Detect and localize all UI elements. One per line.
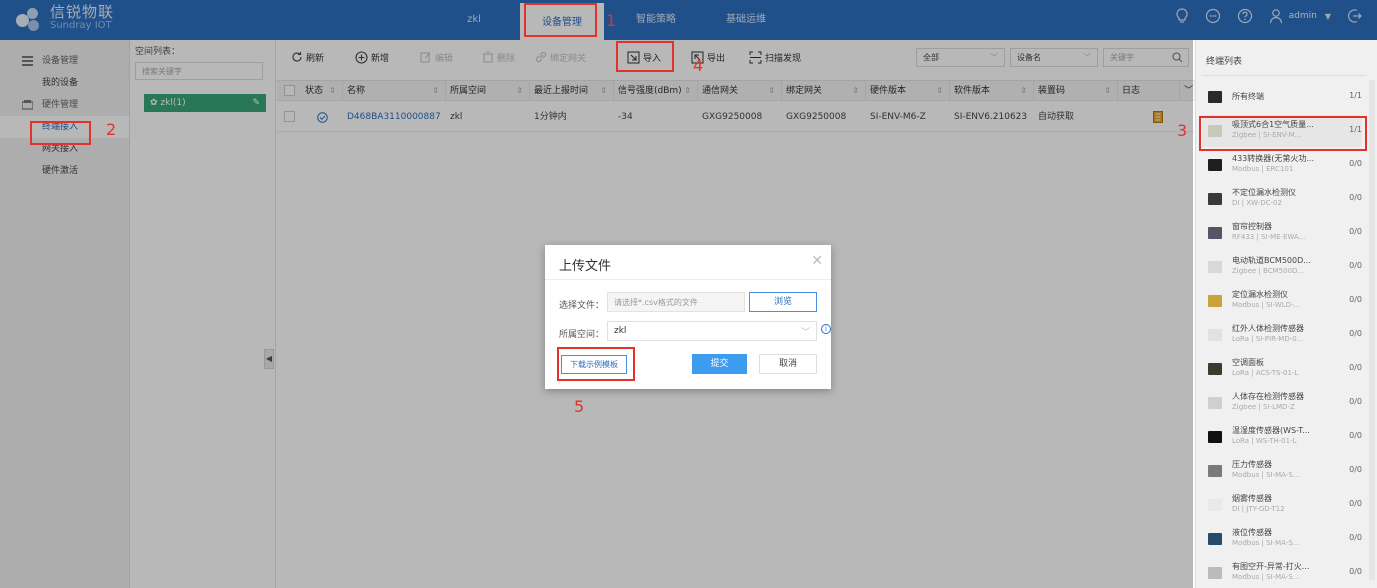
terminal-item[interactable]: 有图空开-异常-打火... Modbus | SI-MA-S... 0/0 [1202,557,1362,588]
device-thumbnail-icon [1208,567,1222,579]
device-thumbnail-icon [1208,261,1222,273]
terminal-item[interactable]: 红外人体检测传感器 LoRa | SI-PIR-MD-0... 0/0 [1202,319,1362,351]
terminal-count: 0/0 [1349,159,1362,168]
terminal-name: 人体存在检测传感器 [1232,392,1304,401]
annotation-number-4: 4 [693,56,704,75]
terminal-name: 温湿度传感器(WS-T... [1232,426,1310,435]
chevron-down-icon: ﹀ [800,328,810,338]
terminal-item-all[interactable]: 所有终端 1/1 [1202,81,1362,113]
terminal-name: 压力传感器 [1232,460,1272,469]
terminal-protocol-model: Zigbee | SI-LMD-Z [1232,403,1295,411]
terminal-count: 0/0 [1349,295,1362,304]
terminal-protocol-model: Zigbee | BCM500D... [1232,267,1305,275]
device-thumbnail-icon [1208,397,1222,409]
annotation-number-1: 1 [606,11,617,30]
dialog-title: 上传文件 [559,259,612,274]
terminal-count: 0/0 [1349,363,1362,372]
cancel-button[interactable]: 取消 [759,354,817,374]
terminal-name: 空调面板 [1232,358,1264,367]
terminal-item[interactable]: 压力传感器 Modbus | SI-MA-S... 0/0 [1202,455,1362,487]
terminal-protocol-model: LoRa | WS-TH-01-L [1232,437,1297,445]
terminal-protocol-model: LoRa | ACS-TS-01-L [1232,369,1299,377]
device-thumbnail-icon [1208,533,1222,545]
terminal-protocol-model: RF433 | SI-ME-EWA... [1232,233,1306,241]
terminal-item[interactable]: 液位传感器 Modbus | SI-MA-S... 0/0 [1202,523,1362,555]
terminal-protocol-model: LoRa | SI-PIR-MD-0... [1232,335,1304,343]
close-icon[interactable]: ✕ [811,253,823,269]
terminal-protocol-model: Modbus | ERC101 [1232,165,1294,173]
terminal-count: 0/0 [1349,329,1362,338]
device-thumbnail-icon [1208,159,1222,171]
terminal-protocol-model: Modbus | SI-WLD-... [1232,301,1301,309]
file-input[interactable]: 请选择*.csv格式的文件 [607,292,745,312]
terminal-count: 0/0 [1349,533,1362,542]
terminal-name: 所有终端 [1232,92,1264,101]
device-thumbnail-icon [1208,431,1222,443]
info-icon[interactable]: i [821,324,831,334]
terminal-item[interactable]: 温湿度传感器(WS-T... LoRa | WS-TH-01-L 0/0 [1202,421,1362,453]
annotation-number-3: 3 [1177,121,1188,140]
terminal-item[interactable]: 烟雾传感器 DI | JTY-GD-T12 0/0 [1202,489,1362,521]
terminal-count: 0/0 [1349,499,1362,508]
terminal-name: 不定位漏水检测仪 [1232,188,1296,197]
scrollbar[interactable] [1369,80,1375,580]
device-thumbnail-icon [1208,499,1222,511]
terminal-count: 0/0 [1349,397,1362,406]
annotation-box-2 [30,121,91,145]
device-thumbnail-icon [1208,193,1222,205]
terminal-name: 窗帘控制器 [1232,222,1272,231]
device-thumbnail-icon [1208,465,1222,477]
terminal-name: 液位传感器 [1232,528,1272,537]
annotation-box-3 [1199,116,1367,151]
terminal-item[interactable]: 不定位漏水检测仪 DI | XW-DC-02 0/0 [1202,183,1362,215]
device-thumbnail-icon [1208,295,1222,307]
terminal-count: 0/0 [1349,567,1362,576]
terminal-item[interactable]: 433转换器(无第火功... Modbus | ERC101 0/0 [1202,149,1362,181]
terminal-name: 定位漏水检测仪 [1232,290,1288,299]
device-thumbnail-icon [1208,91,1222,103]
annotation-number-2: 2 [106,120,117,139]
terminal-protocol-model: Modbus | SI-MA-S... [1232,573,1300,581]
annotation-box-1 [524,3,597,37]
terminal-name: 烟雾传感器 [1232,494,1272,503]
submit-button[interactable]: 提交 [692,354,747,374]
terminal-count: 0/0 [1349,261,1362,270]
device-thumbnail-icon [1208,227,1222,239]
terminal-count: 0/0 [1349,431,1362,440]
terminal-name: 433转换器(无第火功... [1232,154,1315,163]
space-label: 所属空间： [559,330,605,340]
terminal-item[interactable]: 空调面板 LoRa | ACS-TS-01-L 0/0 [1202,353,1362,385]
terminal-count: 0/0 [1349,465,1362,474]
terminal-protocol-model: Modbus | SI-MA-S... [1232,539,1300,547]
file-label: 选择文件： [559,301,605,311]
terminal-count: 1/1 [1349,91,1362,100]
terminal-protocol-model: Modbus | SI-MA-S... [1232,471,1300,479]
annotation-number-5: 5 [574,397,585,416]
terminal-list-title: 终端列表 [1206,57,1243,67]
terminal-name: 有图空开-异常-打火... [1232,562,1310,571]
terminal-count: 0/0 [1349,193,1362,202]
annotation-box-4 [616,41,674,72]
terminal-name: 电动轨道BCM500D... [1232,256,1311,265]
device-thumbnail-icon [1208,329,1222,341]
terminal-protocol-model: DI | XW-DC-02 [1232,199,1282,207]
modal-overlay-top [0,0,1377,40]
annotation-box-5 [557,347,635,381]
browse-button[interactable]: 浏览 [749,292,817,312]
space-select[interactable]: zkl ﹀ [607,321,817,341]
terminal-item[interactable]: 人体存在检测传感器 Zigbee | SI-LMD-Z 0/0 [1202,387,1362,419]
terminal-protocol-model: DI | JTY-GD-T12 [1232,505,1285,513]
terminal-count: 0/0 [1349,227,1362,236]
terminal-item[interactable]: 窗帘控制器 RF433 | SI-ME-EWA... 0/0 [1202,217,1362,249]
terminal-item[interactable]: 定位漏水检测仪 Modbus | SI-WLD-... 0/0 [1202,285,1362,317]
device-thumbnail-icon [1208,363,1222,375]
terminal-name: 红外人体检测传感器 [1232,324,1304,333]
terminal-item[interactable]: 电动轨道BCM500D... Zigbee | BCM500D... 0/0 [1202,251,1362,283]
